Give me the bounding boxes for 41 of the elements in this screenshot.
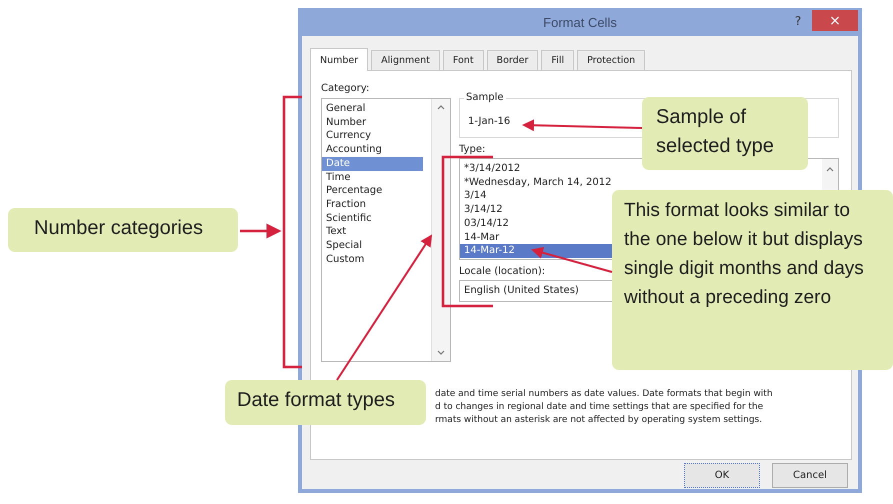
category-item[interactable]: Currency xyxy=(322,129,431,144)
category-label: Category: xyxy=(321,83,370,96)
category-item[interactable]: Fraction xyxy=(322,198,431,212)
scroll-bar[interactable] xyxy=(431,99,450,361)
dialog-button[interactable]: Cancel xyxy=(772,463,848,488)
callout-tooltip: Date format types xyxy=(225,380,426,425)
tab[interactable]: Number xyxy=(310,48,368,71)
sample-label: Sample xyxy=(464,92,506,103)
category-item[interactable]: Text xyxy=(322,225,431,240)
category-item[interactable]: Percentage xyxy=(322,184,431,198)
locale-label: Locale (location): xyxy=(459,266,546,279)
tab[interactable]: Font xyxy=(442,50,484,70)
category-item[interactable]: Accounting xyxy=(322,143,431,157)
callout-tooltip: This format looks similar to the one below it but displays single digit months and days without a preceding zero xyxy=(612,190,893,370)
description-text: rmats without an asterisk are not affected by operating system settings. xyxy=(435,414,764,427)
tab[interactable]: Border xyxy=(486,50,538,70)
sample-value: 1-Jan-16 xyxy=(468,116,510,126)
type-item[interactable]: *Wednesday, March 14, 2012 xyxy=(460,176,822,190)
category-item[interactable]: Number xyxy=(322,116,431,130)
scroll-up-icon[interactable] xyxy=(825,165,835,174)
close-button[interactable]: × xyxy=(812,10,858,31)
help-button[interactable]: ? xyxy=(788,14,808,28)
tab[interactable]: Alignment xyxy=(371,50,440,70)
tab[interactable]: Fill xyxy=(541,50,574,70)
category-item[interactable]: Scientific xyxy=(322,212,431,226)
callout-tooltip: Sample of selected type xyxy=(642,97,808,170)
callout-tooltip: Number categories xyxy=(8,208,238,252)
window-title: Format Cells xyxy=(543,14,617,30)
tab[interactable]: Protection xyxy=(577,50,646,70)
category-item[interactable]: Custom xyxy=(322,252,431,266)
category-item[interactable]: Time xyxy=(322,170,431,184)
category-item[interactable]: General xyxy=(322,102,431,116)
description-text: d to changes in regional date and time settings that are specified for the xyxy=(435,401,764,414)
scroll-down-icon[interactable] xyxy=(436,348,446,357)
dialog-button[interactable]: OK xyxy=(684,463,760,488)
category-item[interactable]: Special xyxy=(322,239,431,253)
callout-arrow xyxy=(240,224,282,238)
category-list[interactable]: General Number Currency Accounting Date Time Percentage Fraction Scientific Text Special Custom xyxy=(321,98,451,362)
scroll-up-icon[interactable] xyxy=(436,103,446,112)
type-label: Type: xyxy=(459,144,486,157)
description-text: date and time serial numbers as date values. Date formats that begin with xyxy=(435,388,774,401)
